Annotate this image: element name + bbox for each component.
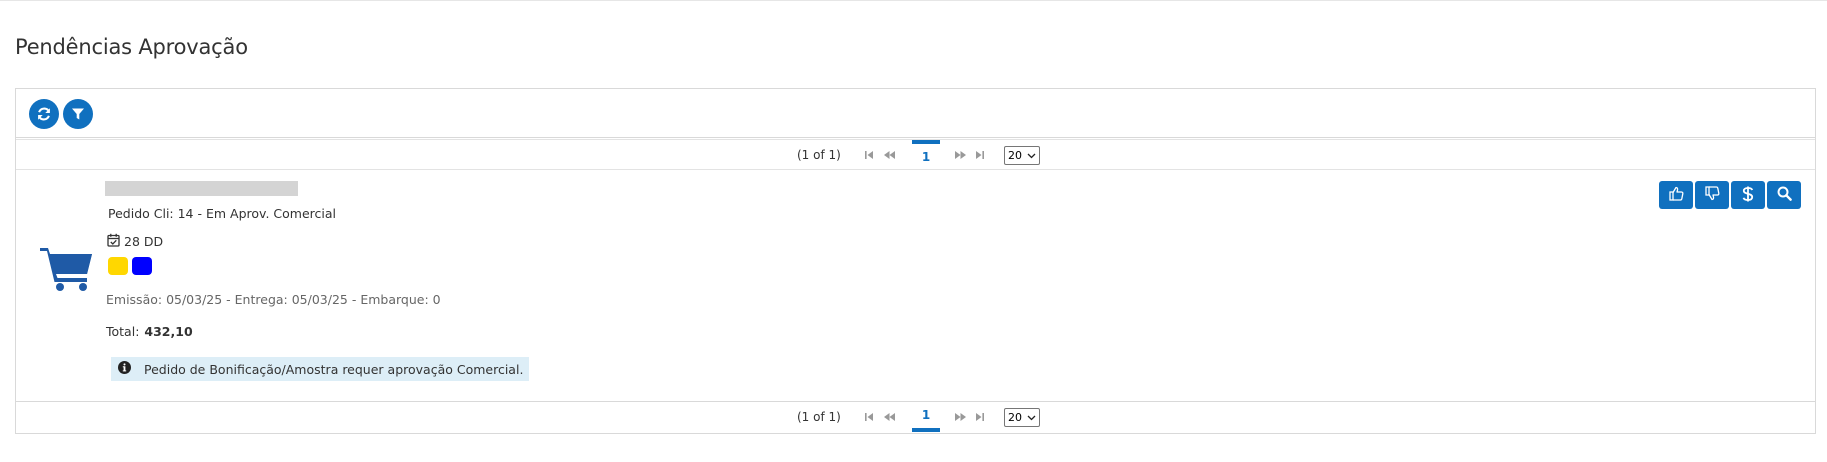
last-page-icon[interactable] bbox=[973, 148, 987, 162]
page-title: Pendências Aprovação bbox=[15, 35, 248, 59]
rows-per-page-select[interactable]: 20 bbox=[1004, 146, 1040, 165]
total-value: 432,10 bbox=[144, 324, 193, 339]
order-item: Pedido Cli: 14 - Em Aprov. Comercial 28 … bbox=[16, 171, 1815, 400]
paginator-bottom: (1 of 1) 1 20 bbox=[16, 401, 1815, 432]
order-client-status: Pedido Cli: 14 - Em Aprov. Comercial bbox=[108, 206, 336, 221]
payment-terms-text: 28 DD bbox=[124, 234, 164, 249]
view-details-button[interactable] bbox=[1767, 181, 1801, 209]
order-total: Total: 432,10 bbox=[106, 324, 193, 339]
status-tag-blue bbox=[132, 257, 152, 275]
next-page-icon[interactable] bbox=[953, 410, 967, 424]
filter-button[interactable] bbox=[63, 99, 93, 129]
shopping-cart-icon bbox=[39, 245, 95, 296]
reject-button[interactable] bbox=[1695, 181, 1729, 209]
rows-per-page-value: 20 bbox=[1008, 149, 1022, 162]
prev-page-icon[interactable] bbox=[882, 410, 896, 424]
client-name-placeholder bbox=[105, 181, 298, 196]
approval-panel: (1 of 1) 1 20 Pedido Cli: 14 - Em Aprov.… bbox=[15, 88, 1816, 434]
info-message-box: Pedido de Bonificação/Amostra requer apr… bbox=[111, 357, 529, 381]
order-dates: Emissão: 05/03/25 - Entrega: 05/03/25 - … bbox=[106, 292, 441, 307]
payment-terms: 28 DD bbox=[107, 233, 163, 250]
paginator-report: (1 of 1) bbox=[797, 148, 841, 162]
chevron-down-icon bbox=[1027, 412, 1036, 425]
toolbar bbox=[16, 89, 1815, 138]
dollar-icon bbox=[1742, 186, 1754, 205]
refresh-icon bbox=[36, 106, 52, 122]
filter-icon bbox=[71, 107, 85, 121]
thumbs-down-icon bbox=[1704, 186, 1720, 204]
page-number[interactable]: 1 bbox=[912, 402, 940, 432]
search-icon bbox=[1777, 186, 1792, 204]
total-label: Total: bbox=[106, 324, 140, 339]
status-tag-yellow bbox=[108, 257, 128, 275]
chevron-down-icon bbox=[1027, 150, 1036, 163]
refresh-button[interactable] bbox=[29, 99, 59, 129]
order-actions bbox=[1657, 181, 1801, 209]
paginator-report: (1 of 1) bbox=[797, 410, 841, 424]
next-page-icon[interactable] bbox=[953, 148, 967, 162]
paginator-top: (1 of 1) 1 20 bbox=[16, 139, 1815, 170]
page-number[interactable]: 1 bbox=[912, 140, 940, 170]
top-divider bbox=[0, 0, 1827, 1]
first-page-icon[interactable] bbox=[862, 410, 876, 424]
calendar-check-icon bbox=[107, 233, 124, 250]
rows-per-page-select[interactable]: 20 bbox=[1004, 408, 1040, 427]
thumbs-up-icon bbox=[1668, 186, 1684, 204]
info-message-text: Pedido de Bonificação/Amostra requer apr… bbox=[144, 361, 524, 377]
prev-page-icon[interactable] bbox=[882, 148, 896, 162]
info-icon bbox=[111, 361, 144, 377]
price-button[interactable] bbox=[1731, 181, 1765, 209]
first-page-icon[interactable] bbox=[862, 148, 876, 162]
approve-button[interactable] bbox=[1659, 181, 1693, 209]
status-tags bbox=[108, 257, 156, 275]
last-page-icon[interactable] bbox=[973, 410, 987, 424]
rows-per-page-value: 20 bbox=[1008, 411, 1022, 424]
